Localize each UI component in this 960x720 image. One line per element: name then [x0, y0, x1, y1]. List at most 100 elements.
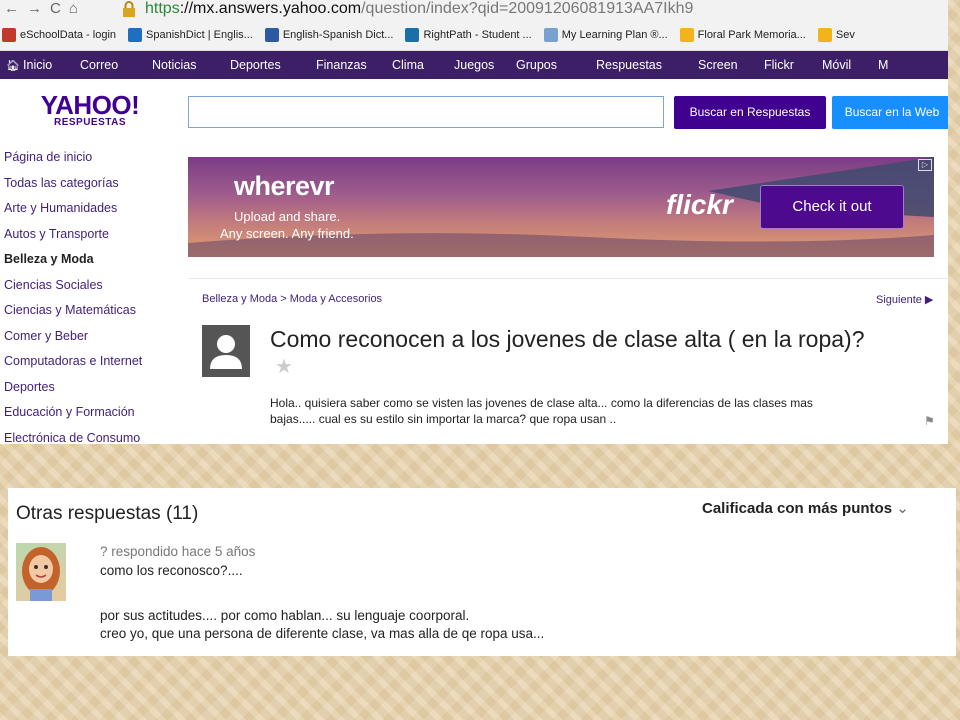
nav-item[interactable]: Correo	[80, 58, 152, 72]
nav-item-label: Finanzas	[316, 58, 367, 72]
nav-item-label: Flickr	[764, 58, 794, 72]
answer-line: por sus actitudes.... por como hablan...…	[100, 608, 470, 623]
answer-line: creo yo, que una persona de diferente cl…	[100, 626, 545, 641]
spanishdict-icon	[128, 28, 143, 42]
nav-item-label: Respuestas	[596, 58, 663, 72]
nav-item[interactable]: Grupos	[516, 58, 596, 72]
question-body: Hola.. quisiera saber como se visten las…	[270, 396, 813, 426]
sidebar-category[interactable]: Página de inicio	[4, 147, 142, 173]
wordreference-icon	[264, 28, 279, 42]
sev-icon	[817, 28, 832, 42]
nav-item[interactable]: Flickr	[764, 58, 822, 72]
bookmark-label: eSchoolData - login	[20, 29, 117, 41]
bookmark-item[interactable]: RightPath - Student ...	[405, 28, 532, 42]
nav-item-label: Screen	[698, 58, 738, 72]
sidebar-category[interactable]: Electrónica de Consumo	[4, 428, 142, 445]
sidebar-category[interactable]: Ciencias y Matemáticas	[4, 300, 142, 326]
answers-heading: Otras respuestas (11)	[16, 503, 199, 524]
question-title: Como reconocen a los jovenes de clase al…	[270, 326, 865, 352]
nav-item[interactable]: Móvil	[822, 58, 878, 72]
adchoices-icon[interactable]: ▷	[918, 159, 932, 171]
bookmark-label: Sev	[835, 29, 855, 41]
nav-item-label: M	[878, 58, 889, 72]
nav-item[interactable]: Deportes	[230, 58, 316, 72]
bookmark-item[interactable]: eSchoolData - login	[2, 28, 116, 42]
forward-icon[interactable]: →	[27, 0, 50, 17]
search-input[interactable]	[188, 96, 664, 128]
sidebar-category[interactable]: Autos y Transporte	[4, 224, 142, 250]
browser-nav-buttons: ←→C⌂	[4, 0, 86, 18]
sidebar-category[interactable]: Computadoras e Internet	[4, 351, 142, 377]
yahoo-top-nav: 🏠︎ Inicio Correo Noticias Deportes Finanzas C…	[0, 51, 948, 79]
search-web-button[interactable]: Buscar en la Web	[832, 96, 948, 129]
flag-icon[interactable]: ⚑	[924, 414, 935, 428]
nav-item[interactable]: 🏠︎ Inicio	[0, 58, 80, 72]
esd-icon	[2, 28, 16, 42]
wherevr-brand: wherevr	[234, 171, 335, 201]
nav-item[interactable]: Clima	[392, 58, 454, 72]
bookmark-label: Floral Park Memoria...	[697, 29, 806, 41]
bookmark-label: English-Spanish Dict...	[282, 29, 394, 41]
answer-line: como los reconosco?....	[100, 563, 243, 578]
breadcrumb[interactable]: Belleza y Moda > Moda y Accesorios	[202, 293, 382, 305]
nav-item-label: Móvil	[822, 58, 852, 72]
nav-item[interactable]: Finanzas	[316, 58, 392, 72]
back-icon[interactable]: ←	[4, 0, 27, 17]
rightpath-icon	[405, 28, 420, 42]
category-sidebar: Página de inicio Todas las categorías Arte…	[4, 147, 142, 444]
answers-panel: Otras respuestas (11) Calificada con más…	[8, 488, 956, 656]
nav-item-label: Juegos	[454, 58, 495, 72]
default-user-icon	[210, 335, 242, 369]
nav-item-label: Grupos	[516, 58, 557, 72]
bookmark-item[interactable]: My Learning Plan ®...	[543, 28, 668, 42]
answer-meta: ? respondido hace 5 años	[100, 544, 256, 559]
star-icon[interactable]: ★	[275, 354, 293, 379]
browser-screenshot: ←→C⌂ https://mx.answers.yahoo.com/questi…	[0, 0, 948, 444]
bookmark-item[interactable]: SpanishDict | Englis...	[128, 28, 253, 42]
bookmark-item[interactable]: Floral Park Memoria...	[679, 28, 806, 42]
nav-item[interactable]: M	[878, 58, 908, 72]
sidebar-category[interactable]: Arte y Humanidades	[4, 198, 142, 224]
sidebar-category[interactable]: Deportes	[4, 377, 142, 403]
check-it-out-button[interactable]: Check it out	[760, 185, 904, 229]
lock-icon	[123, 1, 135, 17]
chevron-down-icon: ⌄	[896, 500, 909, 517]
nav-item-label: Correo	[80, 58, 119, 72]
next-question-link[interactable]: Siguiente ▶	[876, 293, 933, 306]
nav-item-label: Clima	[392, 58, 424, 72]
banner-line1: Upload and share.	[234, 209, 341, 224]
search-answers-button[interactable]: Buscar en Respuestas	[674, 96, 826, 129]
nav-item[interactable]: Respuestas	[596, 58, 698, 72]
nav-item[interactable]: Juegos	[454, 58, 516, 72]
sidebar-category[interactable]: Comer y Beber	[4, 326, 142, 352]
address-bar: ←→C⌂ https://mx.answers.yahoo.com/questi…	[0, 0, 948, 20]
fpm-icon	[679, 28, 694, 42]
bookmark-item[interactable]: English-Spanish Dict...	[264, 28, 394, 42]
home-icon[interactable]: ⌂	[69, 0, 86, 17]
nav-item-label: Inicio	[23, 58, 53, 72]
banner-line2: Any screen. Any friend.	[220, 226, 354, 241]
answerer-avatar[interactable]	[16, 543, 66, 601]
sidebar-category[interactable]: Todas las categorías	[4, 173, 142, 199]
bookmark-label: SpanishDict | Englis...	[146, 29, 253, 41]
nav-item[interactable]: Noticias	[152, 58, 230, 72]
asker-avatar[interactable]	[202, 325, 250, 377]
flickr-ad-banner[interactable]: wherevr Upload and share. Any screen. An…	[188, 157, 934, 257]
sidebar-category[interactable]: Ciencias Sociales	[4, 275, 142, 301]
bookmarks-bar: eSchoolData - login SpanishDict | Englis.…	[0, 20, 948, 51]
bookmark-label: RightPath - Student ...	[423, 29, 532, 41]
reload-icon[interactable]: C	[50, 0, 69, 17]
sidebar-category[interactable]: Educación y Formación	[4, 402, 142, 428]
sidebar-category[interactable]: Belleza y Moda	[4, 249, 142, 275]
bookmark-label: My Learning Plan ®...	[561, 29, 668, 41]
url-text[interactable]: https://mx.answers.yahoo.com/question/in…	[145, 0, 693, 19]
bookmark-item[interactable]: Sev	[817, 28, 855, 42]
home-icon: 🏠︎	[6, 60, 24, 72]
nav-item[interactable]: Screen	[698, 58, 764, 72]
flickr-logo: flickr	[666, 189, 733, 220]
mlp-icon	[543, 28, 558, 42]
sort-dropdown[interactable]: Calificada con más puntos ⌄	[702, 499, 909, 517]
nav-item-label: Deportes	[230, 58, 281, 72]
yahoo-answers-logo[interactable]: YAHOO! RESPUESTAS	[40, 92, 140, 128]
nav-item-label: Noticias	[152, 58, 197, 72]
